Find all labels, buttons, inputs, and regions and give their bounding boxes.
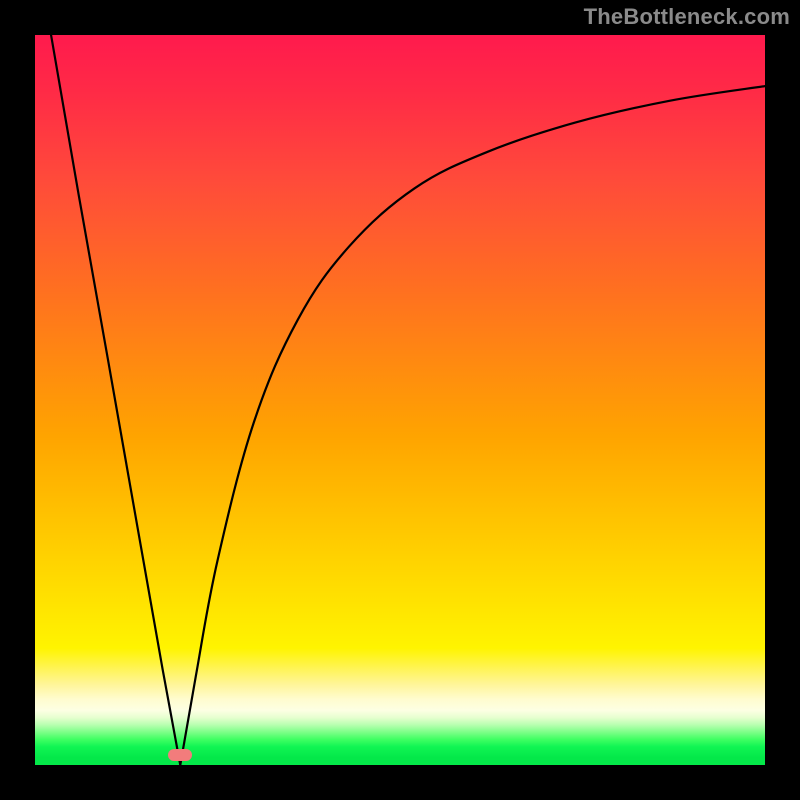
curve-left-branch (51, 35, 180, 765)
chart-frame: TheBottleneck.com (0, 0, 800, 800)
optimum-marker (168, 749, 192, 761)
plot-area (35, 35, 765, 765)
watermark-text: TheBottleneck.com (584, 4, 790, 30)
bottleneck-curve (35, 35, 765, 765)
curve-right-branch (180, 86, 765, 765)
